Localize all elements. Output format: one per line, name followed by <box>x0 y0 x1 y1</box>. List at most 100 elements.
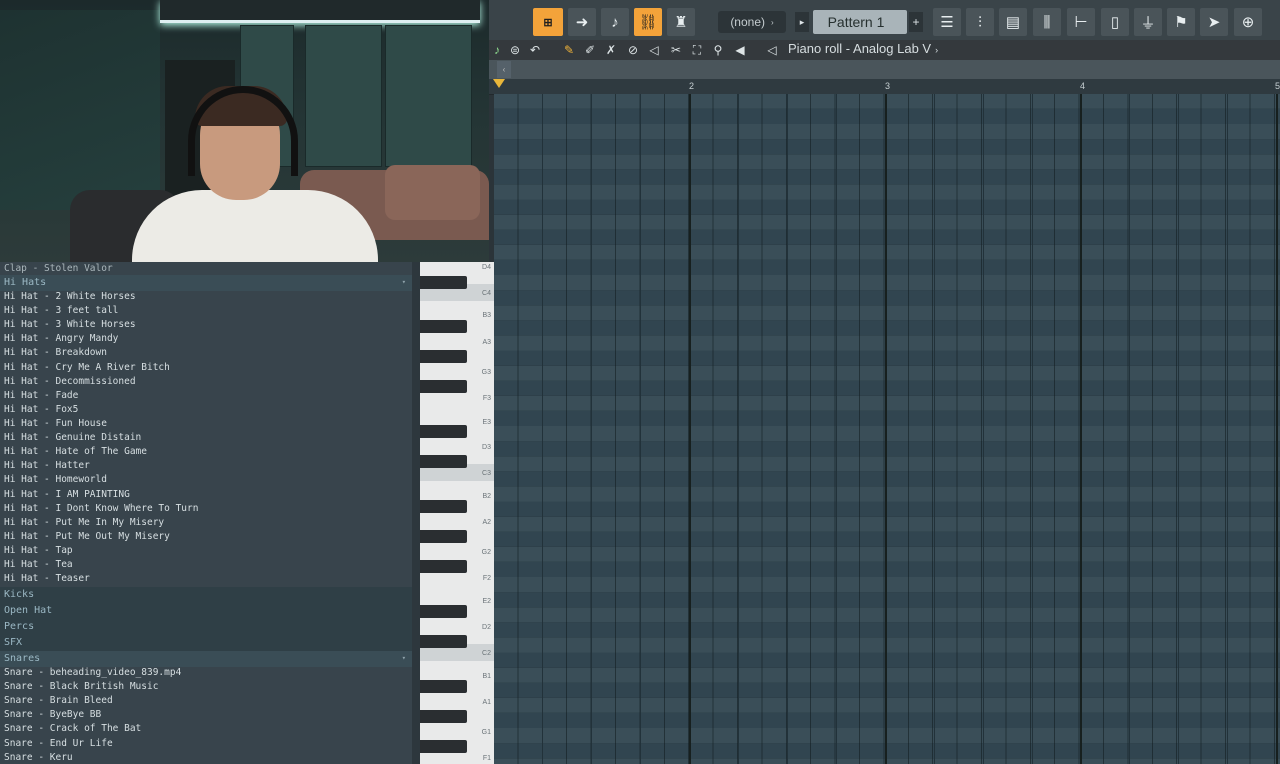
scroll-left-button[interactable]: ‹ <box>497 61 511 78</box>
key-label: D3 <box>482 444 491 451</box>
key-label: C3 <box>482 470 491 477</box>
black-key[interactable] <box>420 530 467 543</box>
key-label: E2 <box>482 598 491 605</box>
slice-icon[interactable]: ✂ <box>668 42 684 58</box>
folder-kicks[interactable]: Kicks <box>0 587 412 603</box>
folder-hi-hats[interactable]: Hi Hats ▾ <box>0 275 412 291</box>
key-label: G3 <box>481 369 491 376</box>
black-key[interactable] <box>420 680 467 693</box>
beat-line <box>1129 94 1130 764</box>
folder-label: Hi Hats <box>4 277 47 288</box>
browser-item[interactable]: Hi Hat - Homeworld <box>0 473 412 487</box>
slide-icon[interactable]: ♪ <box>601 8 629 36</box>
acoustic-panel <box>305 25 382 167</box>
browser-item[interactable]: Hi Hat - Hatter <box>0 459 412 473</box>
browser-scrollbar[interactable] <box>412 262 420 764</box>
timeline-ruler[interactable]: 2 3 4 5 <box>489 79 1280 95</box>
piano-roll-icon[interactable]: ▤ <box>999 8 1027 36</box>
snap-select[interactable]: (none) › <box>718 11 786 33</box>
key-label: G2 <box>481 549 491 556</box>
browser-item[interactable]: Hi Hat - 2 White Horses <box>0 290 412 304</box>
link-icon[interactable]: ⛓ <box>634 8 662 36</box>
note-grid[interactable] <box>494 94 1280 764</box>
browser-item[interactable]: Hi Hat - Cry Me A River Bitch <box>0 361 412 375</box>
browser-item[interactable]: Snare - ByeBye BB <box>0 708 412 722</box>
browser-item[interactable]: Snare - Keru <box>0 751 412 764</box>
browser-item[interactable]: Hi Hat - Fade <box>0 389 412 403</box>
black-key[interactable] <box>420 380 467 393</box>
shop-icon[interactable]: ⊕ <box>1234 8 1262 36</box>
browser-item[interactable]: Hi Hat - 3 White Horses <box>0 318 412 332</box>
channel-rack-icon[interactable]: ⫶ <box>966 8 994 36</box>
browser-item[interactable]: Hi Hat - Fox5 <box>0 403 412 417</box>
black-key[interactable] <box>420 455 467 468</box>
note-icon[interactable]: ♪ <box>489 42 505 58</box>
browser-item[interactable]: Hi Hat - Tea <box>0 558 412 572</box>
key-label: C4 <box>482 290 491 297</box>
browser-item[interactable]: Snare - Brain Bleed <box>0 694 412 708</box>
browser-item[interactable]: Hi Hat - Hate of The Game <box>0 445 412 459</box>
pattern-select[interactable]: Pattern 1 <box>813 10 907 34</box>
folder-snares[interactable]: Snares ▾ <box>0 651 412 667</box>
browser-item[interactable]: Hi Hat - Angry Mandy <box>0 332 412 346</box>
paint-icon[interactable]: ✐ <box>582 42 598 58</box>
piano-roll-title-text: Piano roll - Analog Lab V <box>788 41 932 56</box>
file-icon[interactable]: ▯ <box>1101 8 1129 36</box>
browser-item[interactable]: Snare - End Ur Life <box>0 737 412 751</box>
browser-item[interactable]: Hi Hat - I AM PAINTING <box>0 488 412 502</box>
black-key[interactable] <box>420 320 467 333</box>
arrow-right-icon[interactable]: ➜ <box>568 8 596 36</box>
metronome-icon[interactable]: ♜ <box>667 8 695 36</box>
browser-item[interactable]: Hi Hat - Decommissioned <box>0 375 412 389</box>
browser-item[interactable]: Hi Hat - Breakdown <box>0 346 412 360</box>
add-pattern-button[interactable]: + <box>909 12 923 32</box>
horizontal-scrollbar[interactable]: ‹ <box>489 60 1280 79</box>
browser-item[interactable]: Hi Hat - Genuine Distain <box>0 431 412 445</box>
typing-keyboard-button[interactable]: ⊞ <box>533 8 563 36</box>
browser-item[interactable]: Snare - Crack of The Bat <box>0 722 412 736</box>
black-key[interactable] <box>420 350 467 363</box>
mixer-icon[interactable]: ⫼ <box>1033 8 1061 36</box>
black-key[interactable] <box>420 605 467 618</box>
zoom-icon[interactable]: ⚲ <box>710 42 726 58</box>
browser-item[interactable]: Snare - beheading_video_839.mp4 <box>0 666 412 680</box>
playlist-icon[interactable]: ☰ <box>933 8 961 36</box>
browser-tree-icon[interactable]: ⊢ <box>1067 8 1095 36</box>
browser-item[interactable]: Hi Hat - Fun House <box>0 417 412 431</box>
piano-roll-title[interactable]: Piano roll - Analog Lab V › <box>788 41 938 56</box>
mute-icon[interactable]: ⊘ <box>625 42 641 58</box>
browser-item[interactable]: Snare - Black British Music <box>0 680 412 694</box>
browser-item[interactable]: Hi Hat - I Dont Know Where To Turn <box>0 502 412 516</box>
playback-icon[interactable]: ◀ <box>732 42 748 58</box>
snap-value: (none) <box>730 15 765 29</box>
send-icon[interactable]: ➤ <box>1200 8 1228 36</box>
pattern-prev-button[interactable]: ▸ <box>795 12 809 32</box>
help-icon[interactable]: ⚑ <box>1167 8 1195 36</box>
black-key[interactable] <box>420 425 467 438</box>
key-label: A3 <box>482 339 491 346</box>
undo-icon[interactable]: ↶ <box>527 42 543 58</box>
black-key[interactable] <box>420 276 467 289</box>
browser-item[interactable]: Hi Hat - Put Me In My Misery <box>0 516 412 530</box>
browser-item[interactable]: Hi Hat - Teaser <box>0 572 412 586</box>
mute-tool-icon[interactable]: ◁ <box>646 42 662 58</box>
browser-item[interactable]: Hi Hat - 3 feet tall <box>0 304 412 318</box>
black-key[interactable] <box>420 560 467 573</box>
folder-percs[interactable]: Percs <box>0 619 412 635</box>
black-key[interactable] <box>420 635 467 648</box>
menu-icon[interactable]: ⊜ <box>507 42 523 58</box>
delete-tool-icon[interactable]: ✗ <box>603 42 619 58</box>
folder-open-hat[interactable]: Open Hat <box>0 603 412 619</box>
playhead-marker[interactable] <box>493 79 505 88</box>
pencil-icon[interactable]: ✎ <box>561 42 577 58</box>
speaker-icon[interactable]: ◁ <box>764 42 780 58</box>
folder-sfx[interactable]: SFX <box>0 635 412 651</box>
plugin-icon[interactable]: ⏚ <box>1134 8 1162 36</box>
browser-item[interactable]: Hi Hat - Put Me Out My Misery <box>0 530 412 544</box>
black-key[interactable] <box>420 740 467 753</box>
select-icon[interactable]: ⛶ <box>689 42 705 58</box>
piano-keyboard[interactable]: D4 C4 B3 A3 G3 F3 E3 D3 C3 B2 A2 G2 F2 E… <box>420 262 494 764</box>
black-key[interactable] <box>420 500 467 513</box>
black-key[interactable] <box>420 710 467 723</box>
browser-item[interactable]: Hi Hat - Tap <box>0 544 412 558</box>
